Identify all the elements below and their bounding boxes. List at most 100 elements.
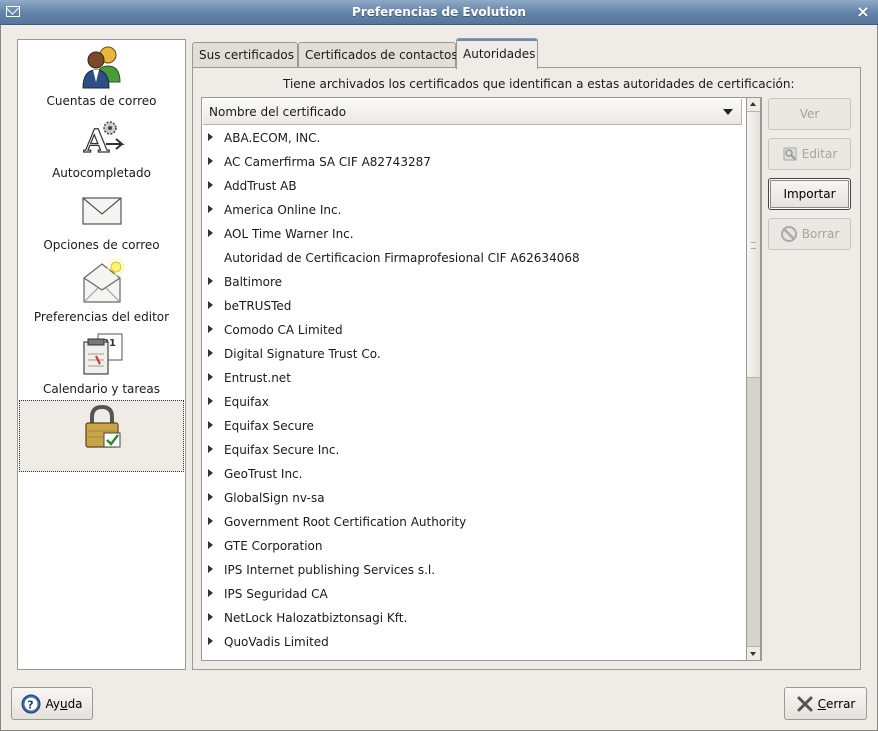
certificate-authority-name: AC Camerfirma SA CIF A82743287	[224, 155, 431, 169]
expander-arrow-icon[interactable]	[208, 301, 213, 309]
certificate-authority-name: Autoridad de Certificacion Firmaprofesio…	[224, 251, 580, 265]
certificate-authority-row[interactable]: AC Camerfirma SA CIF A82743287	[203, 150, 742, 174]
sidebar-item-composer[interactable]: Preferencias del editor	[19, 256, 184, 328]
window-title: Preferencias de Evolution	[352, 5, 526, 19]
certificate-authority-name: GeoTrust Inc.	[224, 467, 303, 481]
tab-your-certificates[interactable]: Sus certificados	[192, 42, 298, 68]
expander-arrow-icon[interactable]	[208, 205, 213, 213]
edit-button-label: Editar	[801, 147, 838, 161]
certificate-authority-row[interactable]: Entrust.net	[203, 366, 742, 390]
certificate-authority-row[interactable]: Comodo CA Limited	[203, 318, 742, 342]
certificate-authority-row[interactable]: IPS Seguridad CA	[203, 582, 742, 606]
certificate-authority-row[interactable]: Equifax	[203, 390, 742, 414]
certificate-authority-name: IPS Seguridad CA	[224, 587, 328, 601]
expander-arrow-icon[interactable]	[208, 325, 213, 333]
mail-envelope-icon	[81, 197, 122, 225]
sidebar-item-mail-options[interactable]: Opciones de correo	[19, 184, 184, 256]
expander-arrow-icon[interactable]	[208, 229, 213, 237]
expander-arrow-icon[interactable]	[208, 373, 213, 381]
expander-arrow-icon[interactable]	[208, 157, 213, 165]
certificate-authority-row[interactable]: Equifax Secure Inc.	[203, 438, 742, 462]
sidebar-item-certificates[interactable]: Certificados	[19, 400, 184, 472]
scrollbar-thumb[interactable]	[747, 112, 760, 378]
preferences-sidebar: Cuentas de correo A Autocompletado Opcio…	[17, 39, 186, 670]
sidebar-item-calendar[interactable]: 31 Calendario y tareas	[19, 328, 184, 400]
help-button[interactable]: ? Ayuda	[11, 687, 93, 720]
certificate-authority-name: Equifax Secure Inc.	[224, 443, 340, 457]
window-menu-icon[interactable]	[6, 6, 20, 17]
certificate-authority-row[interactable]: Autoridad de Certificacion Firmaprofesio…	[203, 246, 742, 270]
scroll-down-arrow-icon[interactable]	[747, 646, 760, 660]
window-close-button[interactable]: ×	[854, 3, 872, 21]
expander-arrow-icon[interactable]	[208, 421, 213, 429]
certificate-authority-row[interactable]: ABA.ECOM, INC.	[203, 126, 742, 150]
expander-arrow-icon[interactable]	[208, 469, 213, 477]
certificate-authority-row[interactable]: Equifax Secure	[203, 414, 742, 438]
edit-button[interactable]: Editar	[768, 138, 851, 170]
autocomplete-icon: A	[82, 121, 125, 161]
view-button[interactable]: Ver	[768, 98, 851, 130]
authorities-intro-text: Tiene archivados los certificados que id…	[283, 77, 795, 91]
certificate-authority-name: IPS Internet publishing Services s.l.	[224, 563, 436, 577]
certificate-authority-row[interactable]: GeoTrust Inc.	[203, 462, 742, 486]
certificate-authority-name: ABA.ECOM, INC.	[224, 131, 321, 145]
composer-envelope-icon	[82, 258, 124, 303]
expander-arrow-icon[interactable]	[208, 637, 213, 645]
accounts-people-icon	[81, 46, 121, 89]
delete-button[interactable]: Borrar	[768, 218, 851, 250]
import-button-label: Importar	[783, 187, 836, 201]
sidebar-item-mail-accounts[interactable]: Cuentas de correo	[19, 40, 184, 112]
sidebar-item-label: Cuentas de correo	[46, 94, 157, 108]
expander-arrow-icon[interactable]	[208, 277, 213, 285]
expander-arrow-icon[interactable]	[208, 445, 213, 453]
title-bar: Preferencias de Evolution ×	[0, 0, 878, 25]
certificate-authority-row[interactable]: GTE Corporation	[203, 534, 742, 558]
certificate-authority-name: GTE Corporation	[224, 539, 323, 553]
tab-contact-certificates[interactable]: Certificados de contactos	[298, 42, 458, 68]
authorities-rows: ABA.ECOM, INC. AC Camerfirma SA CIF A8274…	[203, 126, 742, 654]
certificate-authority-row[interactable]: beTRUSTed	[203, 294, 742, 318]
scroll-up-arrow-icon[interactable]	[747, 98, 760, 112]
expander-arrow-icon[interactable]	[208, 493, 213, 501]
certificate-authority-row[interactable]: IPS Internet publishing Services s.l.	[203, 558, 742, 582]
authorities-scrollbar[interactable]	[746, 97, 761, 661]
help-button-label: Ayuda	[45, 696, 83, 711]
import-button[interactable]: Importar	[768, 178, 851, 210]
certificate-authority-name: Government Root Certification Authority	[224, 515, 467, 529]
expander-arrow-icon[interactable]	[208, 517, 213, 525]
expander-arrow-icon[interactable]	[208, 181, 213, 189]
certificate-authority-row[interactable]: AddTrust AB	[203, 174, 742, 198]
sidebar-item-autocomplete[interactable]: A Autocompletado	[19, 112, 184, 184]
authorities-tree: Nombre del certificado ABA.ECOM, INC. AC …	[201, 97, 762, 661]
certificate-authority-name: beTRUSTed	[224, 299, 292, 313]
view-button-label: Ver	[799, 107, 820, 121]
close-x-icon	[797, 696, 813, 711]
certificate-authority-name: Entrust.net	[224, 371, 291, 385]
certificate-authority-row[interactable]: Baltimore	[203, 270, 742, 294]
tab-authorities[interactable]: Autoridades	[456, 38, 538, 69]
expander-arrow-icon[interactable]	[208, 589, 213, 597]
certificate-authority-row[interactable]: Digital Signature Trust Co.	[203, 342, 742, 366]
close-button[interactable]: Cerrar	[784, 687, 867, 720]
certificate-authority-row[interactable]: Government Root Certification Authority	[203, 510, 742, 534]
column-header-certificate-name[interactable]: Nombre del certificado	[203, 99, 742, 125]
certificate-authority-row[interactable]: AOL Time Warner Inc.	[203, 222, 742, 246]
certificate-authority-name: Equifax Secure	[224, 419, 314, 433]
certificate-authority-name: Baltimore	[224, 275, 283, 289]
sidebar-item-label: Opciones de correo	[43, 238, 160, 252]
certificate-authority-row[interactable]: GlobalSign nv-sa	[203, 486, 742, 510]
expander-arrow-icon[interactable]	[208, 397, 213, 405]
expander-arrow-icon[interactable]	[208, 613, 213, 621]
certificate-authority-name: AddTrust AB	[224, 179, 297, 193]
calendar-icon: 31	[82, 333, 122, 375]
certificate-authority-row[interactable]: America Online Inc.	[203, 198, 742, 222]
expander-arrow-icon[interactable]	[208, 349, 213, 357]
help-icon: ?	[21, 694, 41, 713]
certificate-authority-row[interactable]: QuoVadis Limited	[203, 630, 742, 654]
expander-arrow-icon[interactable]	[208, 565, 213, 573]
expander-arrow-icon[interactable]	[208, 133, 213, 141]
certificate-authority-name: Equifax	[224, 395, 269, 409]
svg-text:?: ?	[28, 698, 34, 711]
certificate-authority-row[interactable]: NetLock Halozatbiztonsagi Kft.	[203, 606, 742, 630]
expander-arrow-icon[interactable]	[208, 541, 213, 549]
